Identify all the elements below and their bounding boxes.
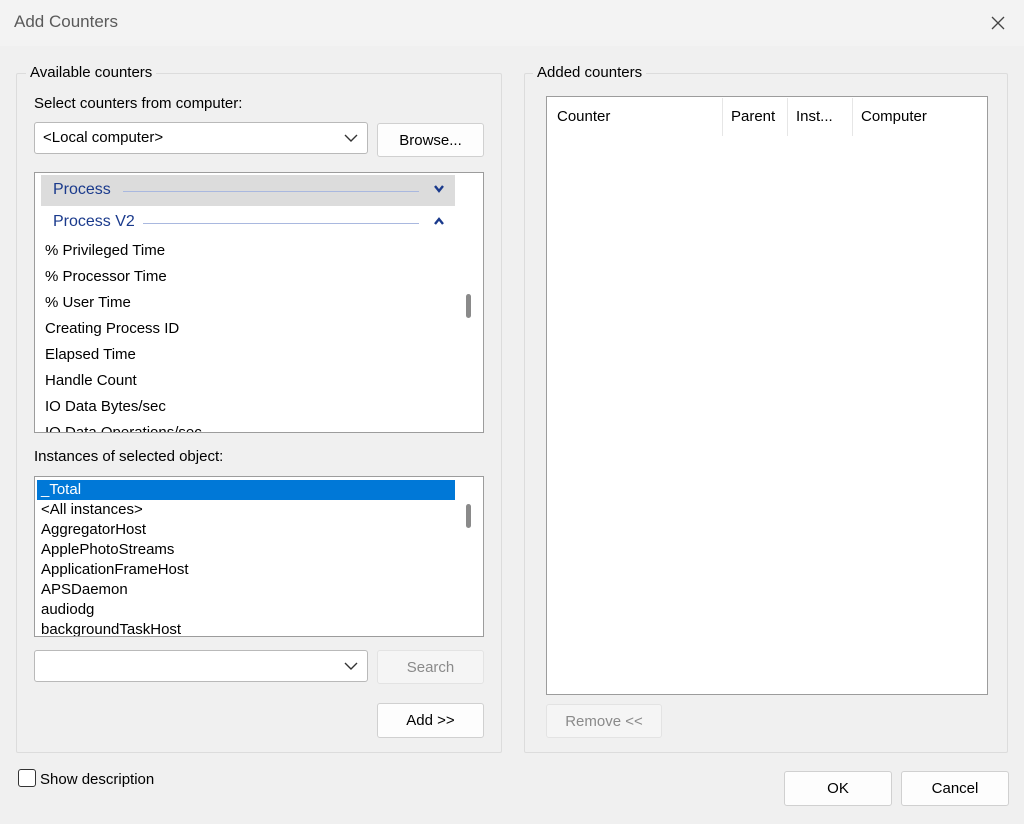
instance-item[interactable]: APSDaemon — [37, 580, 455, 600]
computer-select[interactable]: <Local computer> — [34, 122, 368, 154]
column-header-computer[interactable]: Computer — [852, 98, 982, 136]
counter-item[interactable]: Creating Process ID — [45, 320, 179, 337]
instances-label: Instances of selected object: — [34, 448, 224, 465]
column-header-parent[interactable]: Parent — [722, 98, 787, 136]
category-row-process-v2[interactable]: Process V2 — [41, 207, 455, 238]
chevron-down-icon — [344, 134, 358, 142]
counter-item[interactable]: % Processor Time — [45, 268, 167, 285]
browse-button[interactable]: Browse... — [377, 123, 484, 157]
search-button[interactable]: Search — [377, 650, 484, 684]
counter-item[interactable]: Handle Count — [45, 372, 137, 389]
category-divider — [123, 191, 419, 192]
close-button[interactable] — [984, 9, 1012, 37]
scrollbar-thumb[interactable] — [466, 294, 471, 318]
instances-list[interactable]: _Total <All instances> AggregatorHost Ap… — [34, 476, 484, 637]
category-row-process[interactable]: Process — [41, 175, 455, 206]
instance-item[interactable]: <All instances> — [37, 500, 455, 520]
counter-item[interactable]: % User Time — [45, 294, 131, 311]
instance-item[interactable]: ApplePhotoStreams — [37, 540, 455, 560]
scrollbar-thumb[interactable] — [466, 504, 471, 528]
category-divider — [143, 223, 419, 224]
computer-select-value: <Local computer> — [43, 129, 164, 146]
counter-item[interactable]: % Privileged Time — [45, 242, 165, 259]
chevron-up-icon[interactable] — [433, 216, 445, 226]
show-description-checkbox[interactable] — [18, 769, 36, 787]
column-header-instance[interactable]: Inst... — [787, 98, 852, 136]
category-name: Process V2 — [53, 213, 135, 230]
instance-item[interactable]: ApplicationFrameHost — [37, 560, 455, 580]
available-counters-label: Available counters — [26, 64, 157, 81]
counter-item[interactable]: IO Data Bytes/sec — [45, 398, 166, 415]
instance-item[interactable]: AggregatorHost — [37, 520, 455, 540]
close-icon — [991, 16, 1005, 30]
instances-scrollbar[interactable] — [456, 478, 482, 635]
remove-button[interactable]: Remove << — [546, 704, 662, 738]
chevron-down-icon[interactable] — [433, 184, 445, 194]
chevron-down-icon — [344, 662, 358, 670]
cancel-button[interactable]: Cancel — [901, 771, 1009, 806]
counter-item[interactable]: IO Data Operations/sec — [45, 424, 202, 432]
instance-item[interactable]: _Total — [37, 480, 455, 500]
computer-label: Select counters from computer: — [34, 95, 243, 112]
title-bar: Add Counters — [0, 0, 1024, 46]
column-header-counter[interactable]: Counter — [548, 98, 722, 136]
add-button[interactable]: Add >> — [377, 703, 484, 738]
counters-scrollbar[interactable] — [456, 174, 482, 431]
show-description-label[interactable]: Show description — [40, 771, 154, 788]
instance-item[interactable]: audiodg — [37, 600, 455, 620]
category-name: Process — [53, 181, 111, 198]
search-select[interactable] — [34, 650, 368, 682]
added-counters-table[interactable]: Counter Parent Inst... Computer — [546, 96, 988, 695]
counters-list[interactable]: Process Process V2 % Privileged Time % P… — [34, 172, 484, 433]
ok-button[interactable]: OK — [784, 771, 892, 806]
counter-item[interactable]: Elapsed Time — [45, 346, 136, 363]
window-title: Add Counters — [14, 12, 118, 31]
added-counters-label: Added counters — [533, 64, 647, 81]
instance-item[interactable]: backgroundTaskHost — [37, 620, 455, 636]
